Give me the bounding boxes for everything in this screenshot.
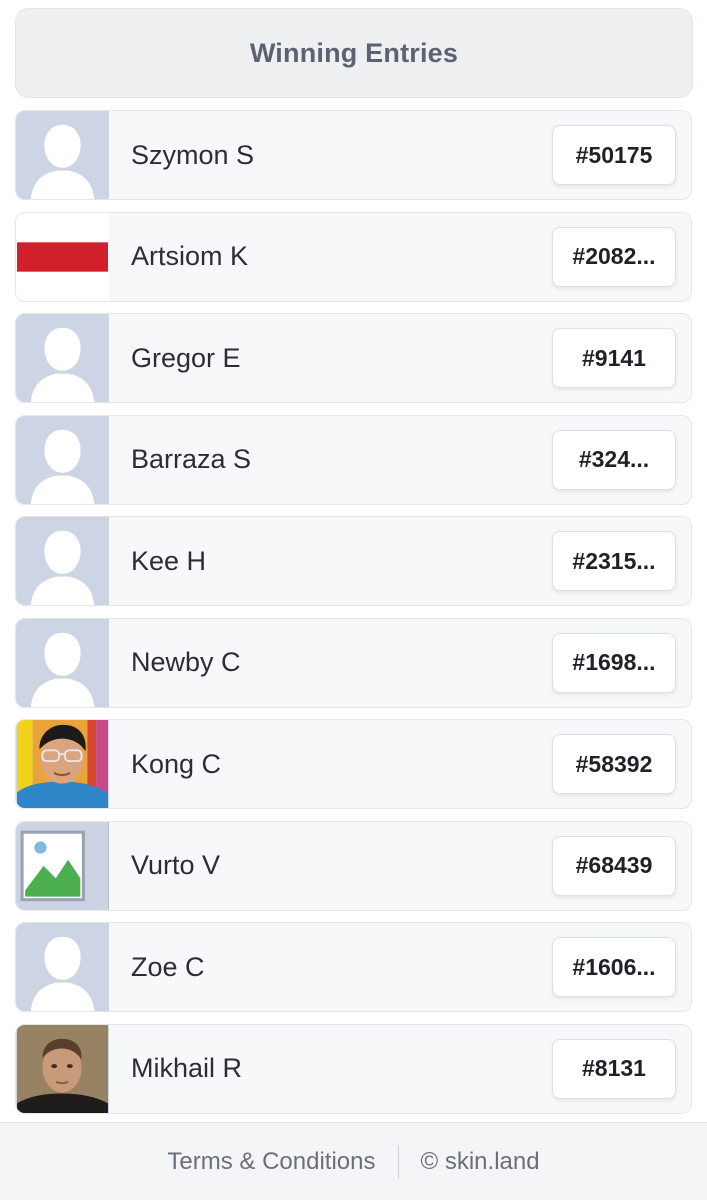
list-item[interactable]: Vurto V #68439 [15, 820, 692, 911]
entry-number-badge[interactable]: #68439 [552, 835, 676, 896]
list-item[interactable]: Zoe C #1606... [15, 922, 692, 1012]
avatar [16, 720, 109, 808]
list-item[interactable]: Gregor E #9141 [15, 313, 692, 403]
list-item[interactable]: Kee H #2315... [15, 516, 692, 606]
entry-number-badge[interactable]: #1698... [552, 632, 676, 693]
list-item[interactable]: Szymon S #50175 [15, 110, 692, 200]
default-avatar-silhouette-icon [17, 517, 108, 605]
list-item[interactable]: Artsiom K #2082... [15, 211, 692, 302]
avatar [16, 111, 109, 199]
footer-divider [397, 1144, 399, 1179]
avatar [16, 212, 109, 301]
copyright-text: © skin.land [420, 1147, 540, 1175]
winning-entries-page: Winning Entries Szymon S #50175 Artsiom … [0, 0, 707, 1200]
entry-number-badge[interactable]: #2315... [552, 531, 676, 591]
entry-number-badge[interactable]: #58392 [552, 734, 676, 794]
terms-link[interactable]: Terms & Conditions [167, 1148, 375, 1176]
entry-number-badge[interactable]: #1606... [552, 937, 676, 997]
avatar [16, 314, 109, 402]
entry-number-badge[interactable]: #50175 [552, 125, 676, 185]
list-item[interactable]: Kong C #58392 [15, 719, 692, 809]
avatar [16, 821, 109, 910]
flag-icon [17, 212, 108, 301]
avatar [16, 618, 109, 707]
default-avatar-silhouette-icon [17, 415, 108, 504]
list-item[interactable]: Newby C #1698... [15, 617, 692, 708]
winning-entries-header: Winning Entries [15, 8, 693, 98]
avatar [16, 415, 109, 504]
list-item[interactable]: Barraza S #324... [15, 414, 692, 505]
default-avatar-silhouette-icon [17, 314, 108, 402]
avatar [16, 517, 109, 605]
entry-number-badge[interactable]: #2082... [552, 226, 676, 287]
entries-list: Szymon S #50175 Artsiom K #2082... Grego… [15, 110, 692, 1125]
entry-number-badge[interactable]: #9141 [552, 328, 676, 388]
default-avatar-silhouette-icon [17, 111, 108, 199]
user-photo-icon [17, 720, 108, 808]
entry-number-badge[interactable]: #8131 [552, 1038, 676, 1099]
avatar [16, 1024, 109, 1113]
list-item[interactable]: Mikhail R #8131 [15, 1023, 692, 1114]
entry-number-badge[interactable]: #324... [552, 429, 676, 490]
default-avatar-silhouette-icon [17, 923, 108, 1011]
default-avatar-silhouette-icon [17, 618, 108, 707]
user-photo-icon [17, 1024, 108, 1113]
page-title: Winning Entries [249, 37, 459, 68]
avatar [16, 923, 109, 1011]
broken-image-icon [20, 830, 85, 901]
footer: Terms & Conditions © skin.land [0, 1122, 707, 1200]
